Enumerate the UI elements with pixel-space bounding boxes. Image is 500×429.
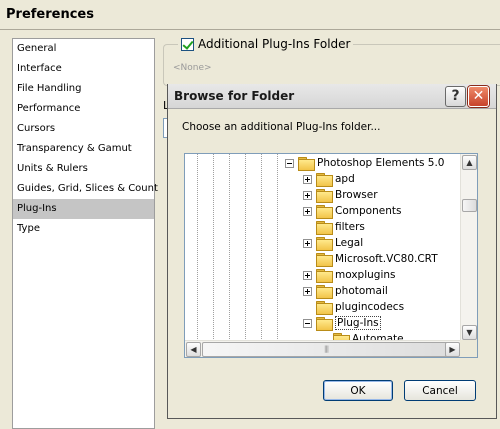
folder-icon — [316, 189, 333, 203]
folder-icon — [316, 301, 333, 315]
sidebar-item-performance[interactable]: Performance — [13, 99, 154, 119]
tree-item[interactable]: plugincodecs — [303, 299, 404, 315]
browse-for-folder-dialog: Browse for Folder ? ✕ Choose an addition… — [167, 84, 497, 419]
scroll-up-icon[interactable]: ▲ — [462, 155, 477, 170]
sidebar-item-plug-ins[interactable]: Plug-Ins — [13, 199, 154, 219]
sidebar-item-general[interactable]: General — [13, 39, 154, 59]
tree-item-label[interactable]: Microsoft.VC80.CRT — [335, 253, 438, 265]
vertical-scroll-thumb[interactable] — [462, 199, 477, 212]
preferences-category-list: General Interface File Handling Performa… — [12, 38, 158, 429]
horizontal-scrollbar[interactable]: ◀ ||| ▶ — [185, 340, 462, 357]
tree-item[interactable]: Browser — [303, 187, 378, 203]
expand-icon[interactable] — [303, 286, 312, 296]
sidebar-item-guides-grid-slices[interactable]: Guides, Grid, Slices & Count — [13, 179, 158, 199]
sidebar-item-transparency-gamut[interactable]: Transparency & Gamut — [13, 139, 154, 159]
expand-icon[interactable] — [303, 190, 312, 200]
scroll-left-icon[interactable]: ◀ — [186, 342, 201, 357]
close-button[interactable]: ✕ — [468, 86, 489, 107]
tree-item-label[interactable]: Legal — [335, 237, 363, 249]
scroll-right-icon[interactable]: ▶ — [445, 342, 460, 357]
folder-icon — [316, 221, 333, 235]
folder-icon — [316, 285, 333, 299]
sidebar-item-units-rulers[interactable]: Units & Rulers — [13, 159, 154, 179]
expand-icon[interactable] — [303, 174, 312, 184]
help-button[interactable]: ? — [445, 86, 466, 107]
tree-item-label[interactable]: apd — [335, 173, 355, 185]
folder-icon — [316, 253, 333, 267]
collapse-icon[interactable] — [303, 318, 312, 328]
tree-item-label[interactable]: moxplugins — [335, 269, 396, 281]
tree-item-label[interactable]: photomail — [335, 285, 388, 297]
folder-icon — [316, 205, 333, 219]
preferences-title: Preferences — [0, 0, 500, 30]
folder-icon — [316, 269, 333, 283]
expand-icon[interactable] — [303, 206, 312, 216]
tree-item[interactable]: Components — [303, 203, 401, 219]
folder-open-icon — [316, 317, 333, 331]
expand-icon[interactable] — [303, 238, 312, 248]
folder-open-icon — [298, 157, 315, 171]
tree-item-label[interactable]: plugincodecs — [335, 301, 404, 313]
tree-item[interactable]: filters — [303, 219, 365, 235]
scrollbar-corner — [460, 340, 477, 357]
tree-item-label[interactable]: Photoshop Elements 5.0 — [317, 157, 444, 169]
tree-item-label[interactable]: Browser — [335, 189, 378, 201]
scroll-down-icon[interactable]: ▼ — [462, 325, 477, 340]
sidebar-item-type[interactable]: Type — [13, 219, 154, 239]
tree-item-label[interactable]: Components — [335, 205, 401, 217]
tree-item-label-selected[interactable]: Plug-Ins — [335, 316, 381, 330]
plugin-folder-path: <None> — [173, 63, 212, 73]
dialog-title: Browse for Folder — [174, 89, 295, 103]
folder-icon — [316, 237, 333, 251]
plugin-folder-checkbox-label[interactable]: Additional Plug-Ins Folder — [198, 37, 350, 51]
tree-item[interactable]: Photoshop Elements 5.0 — [285, 155, 444, 171]
tree-item[interactable]: photomail — [303, 283, 388, 299]
tree-item[interactable]: moxplugins — [303, 267, 396, 283]
tree-item-label[interactable]: filters — [335, 221, 365, 233]
tree-item[interactable]: Legal — [303, 235, 363, 251]
horizontal-scroll-thumb[interactable]: ||| — [202, 342, 458, 357]
tree-item[interactable]: Microsoft.VC80.CRT — [303, 251, 438, 267]
tree-item[interactable]: Plug-Ins — [303, 315, 381, 331]
ok-button[interactable]: OK — [323, 380, 393, 401]
expand-icon[interactable] — [303, 270, 312, 280]
tree-guide-lines — [185, 154, 285, 357]
plugin-folder-checkbox[interactable] — [181, 37, 194, 51]
dialog-titlebar[interactable]: Browse for Folder ? ✕ — [168, 84, 496, 109]
sidebar-item-interface[interactable]: Interface — [13, 59, 154, 79]
cancel-button[interactable]: Cancel — [404, 380, 476, 401]
folder-tree[interactable]: Photoshop Elements 5.0 apd Browser Compo… — [184, 153, 478, 358]
vertical-scrollbar[interactable]: ▲ ▼ — [460, 154, 477, 342]
plugin-folder-checkbox-row[interactable]: Additional Plug-Ins Folder — [178, 37, 354, 51]
sidebar-item-file-handling[interactable]: File Handling — [13, 79, 154, 99]
sidebar-item-cursors[interactable]: Cursors — [13, 119, 154, 139]
grip-icon: ||| — [324, 345, 329, 353]
tree-item[interactable]: apd — [303, 171, 355, 187]
collapse-icon[interactable] — [285, 158, 294, 168]
folder-icon — [316, 173, 333, 187]
dialog-instruction: Choose an additional Plug-Ins folder... — [182, 121, 381, 133]
